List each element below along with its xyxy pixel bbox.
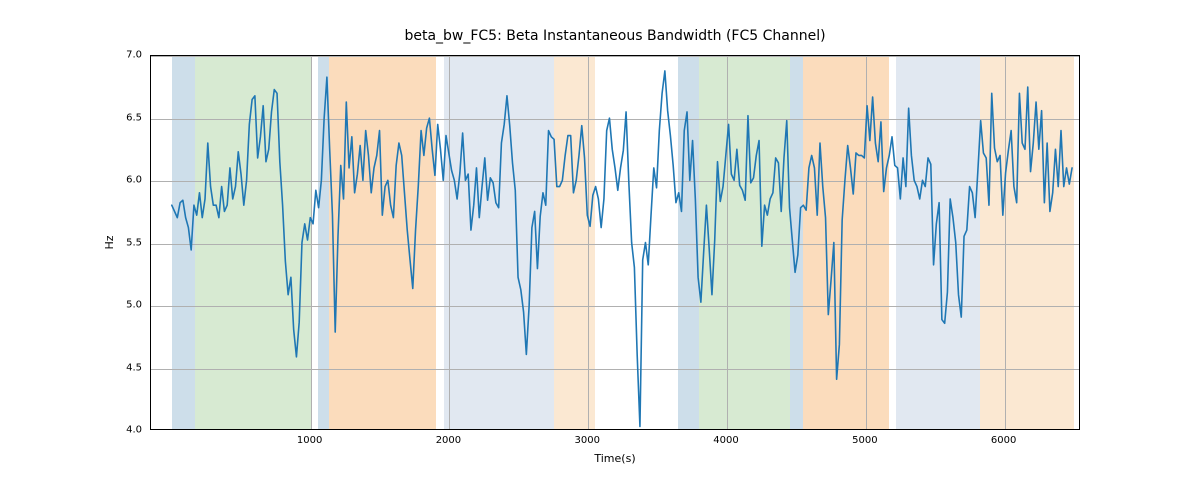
x-axis-label: Time(s) [150, 452, 1080, 465]
line-series [151, 56, 1079, 429]
x-tick-label: 4000 [701, 435, 751, 446]
y-tick-label: 4.0 [102, 425, 142, 436]
y-tick-label: 6.5 [102, 112, 142, 123]
x-tick-label: 3000 [562, 435, 612, 446]
chart-title: beta_bw_FC5: Beta Instantaneous Bandwidt… [150, 28, 1080, 44]
y-tick-label: 6.0 [102, 175, 142, 186]
x-tick-label: 6000 [979, 435, 1029, 446]
plot-area [150, 55, 1080, 430]
x-tick-label: 2000 [423, 435, 473, 446]
chart-figure: beta_bw_FC5: Beta Instantaneous Bandwidt… [0, 0, 1200, 500]
y-tick-label: 4.5 [102, 362, 142, 373]
x-tick-label: 1000 [285, 435, 335, 446]
y-tick-label: 5.0 [102, 300, 142, 311]
series-beta-bw-fc5 [172, 71, 1072, 427]
y-tick-label: 5.5 [102, 237, 142, 248]
y-tick-label: 7.0 [102, 50, 142, 61]
x-tick-label: 5000 [840, 435, 890, 446]
